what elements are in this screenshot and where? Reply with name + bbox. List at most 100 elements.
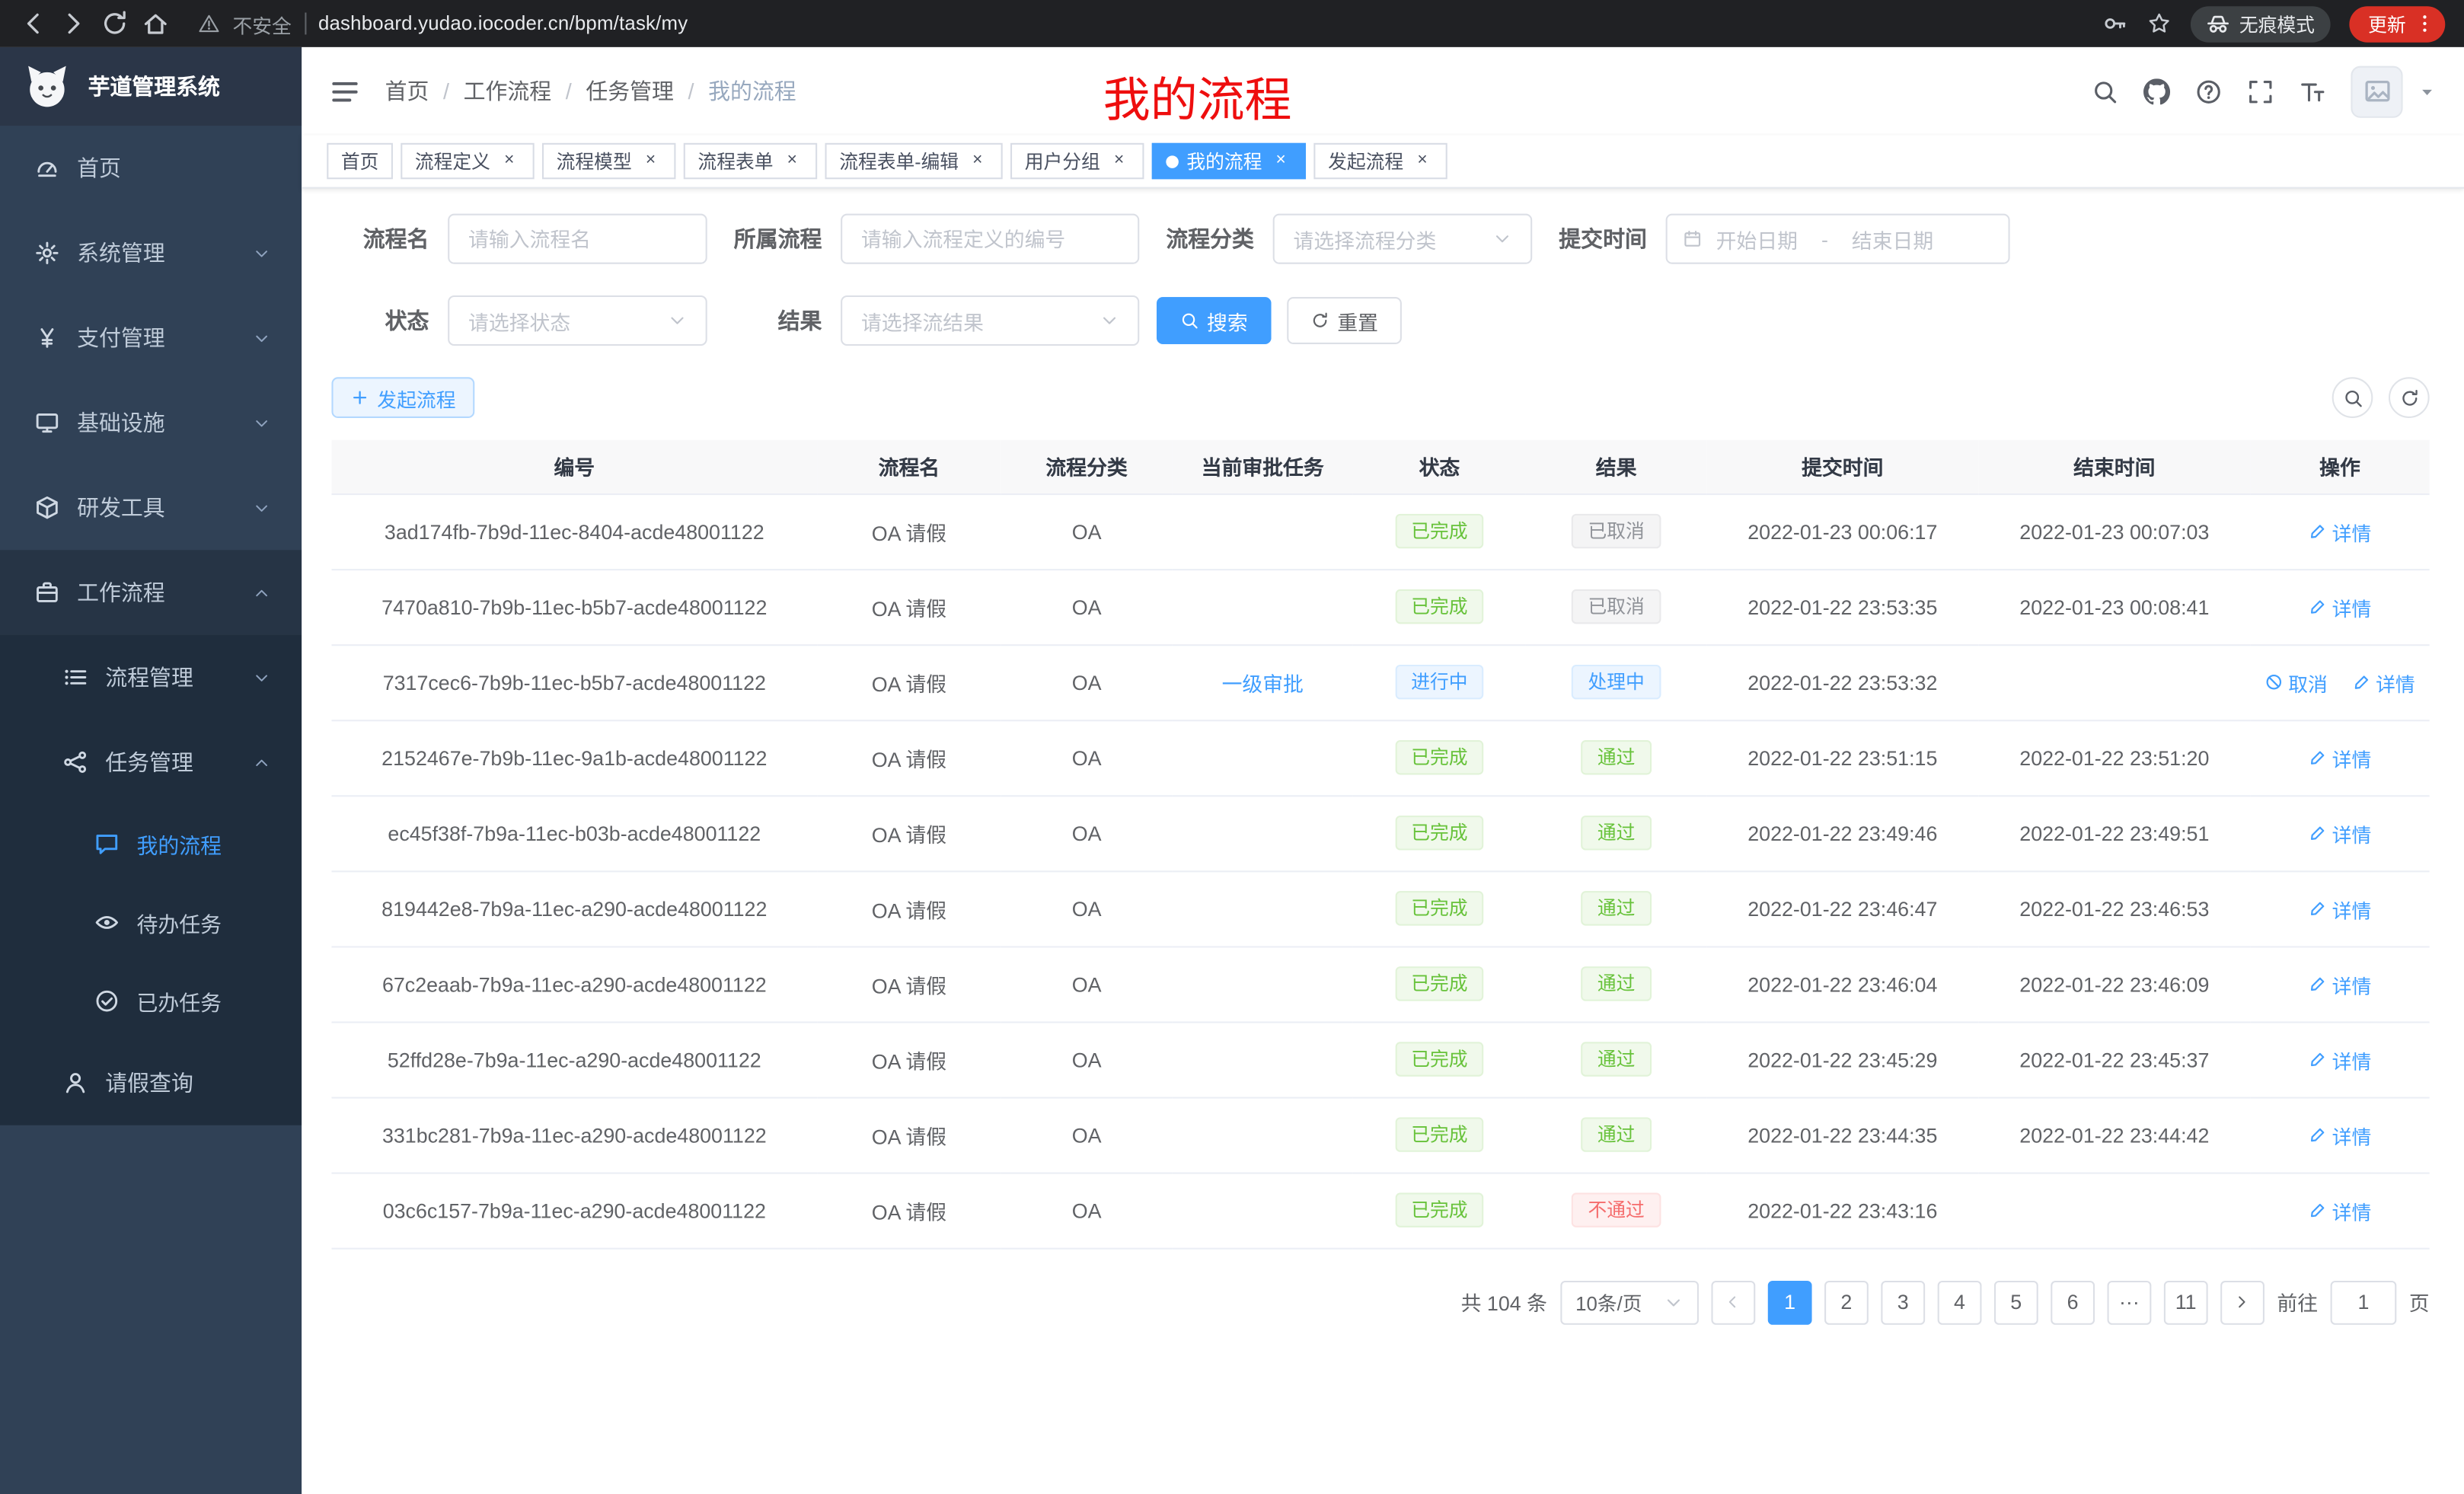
detail-action[interactable]: 详情 [2309, 742, 2372, 772]
breadcrumb-item[interactable]: 工作流程 [464, 75, 552, 107]
process-name-input[interactable] [448, 214, 707, 264]
cell-id: 67c2eaab-7b9a-11ec-a290-acde48001122 [331, 946, 817, 1021]
sidebar-item-system[interactable]: 系统管理 [0, 211, 302, 295]
browser-forward-icon[interactable] [59, 9, 88, 37]
close-icon[interactable]: × [640, 150, 662, 172]
sidebar-item-label: 流程管理 [105, 662, 193, 693]
search-button[interactable]: 搜索 [1157, 297, 1272, 344]
avatar-caret-icon[interactable] [2418, 82, 2436, 100]
tab-4[interactable]: 流程表单-编辑 × [825, 143, 1003, 179]
owner-process-input[interactable] [841, 214, 1139, 264]
detail-action[interactable]: 详情 [2309, 1196, 2372, 1225]
close-icon[interactable]: × [781, 150, 803, 172]
current-task-link[interactable]: 一级审批 [1222, 672, 1304, 695]
owner-process-label: 所属流程 [724, 223, 822, 254]
detail-action[interactable]: 详情 [2309, 818, 2372, 848]
process-table: 编号流程名流程分类当前审批任务状态结果提交时间结束时间操作 3ad174fb-7… [331, 440, 2429, 1249]
breadcrumb-item[interactable]: 首页 [385, 75, 429, 107]
update-button[interactable]: 更新 [2349, 5, 2445, 41]
security-warning-icon[interactable] [198, 13, 220, 35]
menu-dots-icon[interactable] [2414, 13, 2436, 35]
sidebar-item-process-mgmt[interactable]: 流程管理 [0, 635, 302, 720]
filter-process-name: 流程名 [331, 214, 707, 264]
column-header: 编号 [331, 440, 817, 493]
sidebar-item-devtools[interactable]: 研发工具 [0, 465, 302, 550]
result-select[interactable]: 请选择流结果 [841, 295, 1139, 346]
detail-action[interactable]: 详情 [2309, 592, 2372, 621]
url-text[interactable]: dashboard.yudao.iocoder.cn/bpm/task/my [318, 13, 688, 35]
logo[interactable]: 芋道管理系统 [0, 47, 302, 126]
table-row: 2152467e-7b9b-11ec-9a1b-acde48001122 OA … [331, 720, 2429, 795]
sidebar-item-workflow[interactable]: 工作流程 [0, 550, 302, 634]
table-search-icon[interactable] [2332, 377, 2373, 418]
tab-3[interactable]: 流程表单 × [684, 143, 817, 179]
status-select[interactable]: 请选择状态 [448, 295, 707, 346]
help-icon[interactable] [2195, 78, 2222, 104]
reset-button[interactable]: 重置 [1287, 297, 1402, 344]
pager-next-button[interactable] [2220, 1280, 2265, 1324]
sidebar-item-my-process[interactable]: 我的流程 [0, 805, 302, 883]
close-icon[interactable]: × [1108, 150, 1130, 172]
address-bar[interactable]: 不安全 dashboard.yudao.iocoder.cn/bpm/task/… [198, 8, 2090, 38]
detail-action[interactable]: 详情 [2309, 516, 2372, 546]
sidebar-item-home[interactable]: 首页 [0, 126, 302, 210]
sidebar-toggle-icon[interactable] [330, 76, 359, 106]
detail-action[interactable]: 详情 [2309, 1119, 2372, 1149]
detail-action[interactable]: 详情 [2309, 969, 2372, 998]
detail-action[interactable]: 详情 [2309, 893, 2372, 923]
header-search-icon[interactable] [2092, 78, 2118, 104]
cell-current-task [1173, 795, 1353, 870]
bookmark-star-icon[interactable] [2146, 11, 2172, 36]
sidebar-item-payment[interactable]: 支付管理 [0, 295, 302, 380]
font-size-icon[interactable] [2299, 78, 2325, 104]
column-header: 操作 [2250, 440, 2429, 493]
submit-time-range[interactable]: 开始日期 - 结束日期 [1666, 214, 2010, 264]
table-refresh-icon[interactable] [2389, 377, 2430, 418]
close-icon[interactable]: × [1412, 150, 1434, 172]
browser-home-icon[interactable] [142, 9, 170, 37]
breadcrumb-separator: / [566, 78, 572, 104]
pager-page-3[interactable]: 3 [1881, 1280, 1925, 1324]
sidebar-item-infrastructure[interactable]: 基础设施 [0, 380, 302, 464]
pager-page-4[interactable]: 4 [1938, 1280, 1982, 1324]
browser-back-icon[interactable] [19, 9, 47, 37]
tab-5[interactable]: 用户分组 × [1010, 143, 1144, 179]
cancel-action[interactable]: 取消 [2265, 667, 2328, 697]
close-icon[interactable]: × [966, 150, 988, 172]
pager-more-button[interactable]: ··· [2107, 1280, 2151, 1324]
pager-page-11[interactable]: 11 [2164, 1280, 2208, 1324]
tab-7[interactable]: 发起流程 × [1314, 143, 1447, 179]
detail-action[interactable]: 详情 [2352, 667, 2415, 697]
pager-page-6[interactable]: 6 [2051, 1280, 2095, 1324]
pager-page-5[interactable]: 5 [1994, 1280, 2038, 1324]
category-select[interactable]: 请选择流程分类 [1273, 214, 1533, 264]
date-end-placeholder: 结束日期 [1852, 224, 1933, 254]
breadcrumb-item[interactable]: 任务管理 [586, 75, 674, 107]
tab-0[interactable]: 首页 [327, 143, 393, 179]
table-row: 819442e8-7b9a-11ec-a290-acde48001122 OA … [331, 870, 2429, 946]
jump-page-input[interactable] [2331, 1280, 2397, 1324]
github-icon[interactable] [2143, 78, 2170, 104]
password-key-icon[interactable] [2102, 11, 2127, 36]
close-icon[interactable]: × [1270, 150, 1292, 172]
page-size-select[interactable]: 10条/页 [1559, 1280, 1698, 1324]
sidebar-item-done-tasks[interactable]: 已办任务 [0, 962, 302, 1040]
pager-page-2[interactable]: 2 [1824, 1280, 1869, 1324]
browser-reload-icon[interactable] [101, 9, 129, 37]
tab-1[interactable]: 流程定义 × [401, 143, 534, 179]
sidebar-item-leave-query[interactable]: 请假查询 [0, 1040, 302, 1125]
detail-action[interactable]: 详情 [2309, 1044, 2372, 1074]
pager-page-1[interactable]: 1 [1768, 1280, 1812, 1324]
pager-prev-button[interactable] [1711, 1280, 1755, 1324]
submit-time-label: 提交时间 [1550, 223, 1647, 254]
sidebar-item-task-mgmt[interactable]: 任务管理 [0, 720, 302, 804]
tab-6[interactable]: 我的流程 × [1152, 143, 1306, 179]
tab-2[interactable]: 流程模型 × [542, 143, 675, 179]
close-icon[interactable]: × [498, 150, 520, 172]
cell-process-name: OA 请假 [817, 1173, 1001, 1248]
start-process-button[interactable]: 发起流程 [331, 377, 474, 418]
user-avatar[interactable] [2351, 65, 2402, 117]
sidebar-item-todo-tasks[interactable]: 待办任务 [0, 883, 302, 962]
fullscreen-icon[interactable] [2247, 78, 2274, 104]
cell-process-name: OA 请假 [817, 569, 1001, 644]
